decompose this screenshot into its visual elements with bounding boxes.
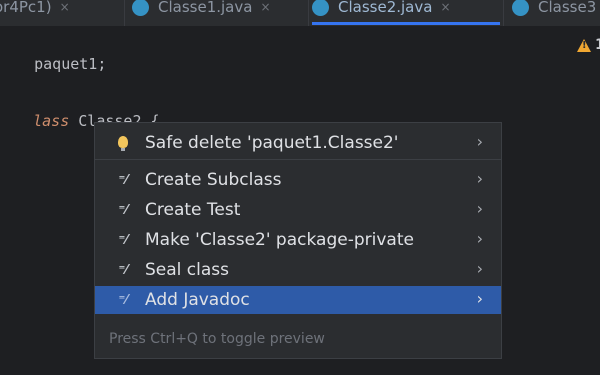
chevron-right-icon: › bbox=[476, 169, 483, 188]
menu-item-create-subclass[interactable]: ⁼⁄ Create Subclass › bbox=[95, 166, 501, 194]
editor-window: or4Pc1) × Classe1.java × Classe2.java × … bbox=[0, 0, 600, 375]
java-class-icon bbox=[512, 0, 529, 16]
menu-item-add-javadoc[interactable]: ⁼⁄ Add Javadoc › bbox=[95, 286, 501, 314]
editor-tab-bar: or4Pc1) × Classe1.java × Classe2.java × … bbox=[0, 0, 600, 26]
warnings-indicator[interactable]: 1 bbox=[577, 37, 600, 53]
close-icon[interactable]: × bbox=[440, 0, 450, 14]
chevron-right-icon: › bbox=[476, 259, 483, 278]
intention-actions-popup: Safe delete 'paquet1.Classe2' › ⁼⁄ Creat… bbox=[94, 122, 502, 359]
warning-count: 1 bbox=[595, 37, 600, 53]
java-class-icon bbox=[132, 0, 149, 16]
tab-label: Classe3 bbox=[538, 0, 597, 16]
tab-or4pc1[interactable]: or4Pc1) × bbox=[0, 0, 70, 26]
warning-icon bbox=[577, 38, 591, 52]
close-icon[interactable]: × bbox=[60, 0, 70, 14]
menu-item-create-test[interactable]: ⁼⁄ Create Test › bbox=[95, 196, 501, 224]
java-class-icon bbox=[312, 0, 329, 16]
tab-classe3[interactable]: Classe3 bbox=[512, 0, 596, 26]
menu-item-label: Add Javadoc bbox=[145, 290, 250, 310]
tab-classe2[interactable]: Classe2.java × bbox=[312, 0, 500, 26]
code-line-package[interactable]: paquet1; bbox=[0, 37, 106, 91]
menu-item-label: Safe delete 'paquet1.Classe2' bbox=[145, 133, 399, 153]
tab-label: or4Pc1) bbox=[0, 0, 52, 16]
chevron-right-icon: › bbox=[476, 132, 483, 151]
tab-label: Classe2.java bbox=[338, 0, 433, 16]
menu-divider bbox=[95, 159, 501, 160]
code-keyword: lass bbox=[33, 112, 70, 130]
wand-icon: ⁼⁄ bbox=[118, 292, 128, 308]
menu-item-label: Seal class bbox=[145, 260, 229, 280]
menu-item-label: Make 'Classe2' package-private bbox=[145, 230, 414, 250]
menu-item-seal-class[interactable]: ⁼⁄ Seal class › bbox=[95, 256, 501, 284]
chevron-right-icon: › bbox=[476, 289, 483, 308]
menu-item-safe-delete[interactable]: Safe delete 'paquet1.Classe2' › bbox=[95, 129, 501, 157]
code-text: paquet1; bbox=[34, 55, 107, 73]
chevron-right-icon: › bbox=[476, 199, 483, 218]
menu-item-label: Create Subclass bbox=[145, 170, 282, 190]
tab-divider bbox=[503, 0, 504, 26]
menu-item-make-package-private[interactable]: ⁼⁄ Make 'Classe2' package-private › bbox=[95, 226, 501, 254]
wand-icon: ⁼⁄ bbox=[118, 172, 128, 188]
close-icon[interactable]: × bbox=[260, 0, 270, 14]
wand-icon: ⁼⁄ bbox=[118, 232, 128, 248]
menu-item-label: Create Test bbox=[145, 200, 241, 220]
tab-divider bbox=[124, 0, 125, 26]
tab-label: Classe1.java bbox=[158, 0, 253, 16]
tab-classe1[interactable]: Classe1.java × bbox=[132, 0, 271, 26]
chevron-right-icon: › bbox=[476, 229, 483, 248]
lightbulb-icon bbox=[118, 135, 128, 151]
wand-icon: ⁼⁄ bbox=[118, 262, 128, 278]
wand-icon: ⁼⁄ bbox=[118, 202, 128, 218]
preview-hint: Press Ctrl+Q to toggle preview bbox=[109, 331, 325, 347]
tab-divider bbox=[308, 0, 309, 26]
